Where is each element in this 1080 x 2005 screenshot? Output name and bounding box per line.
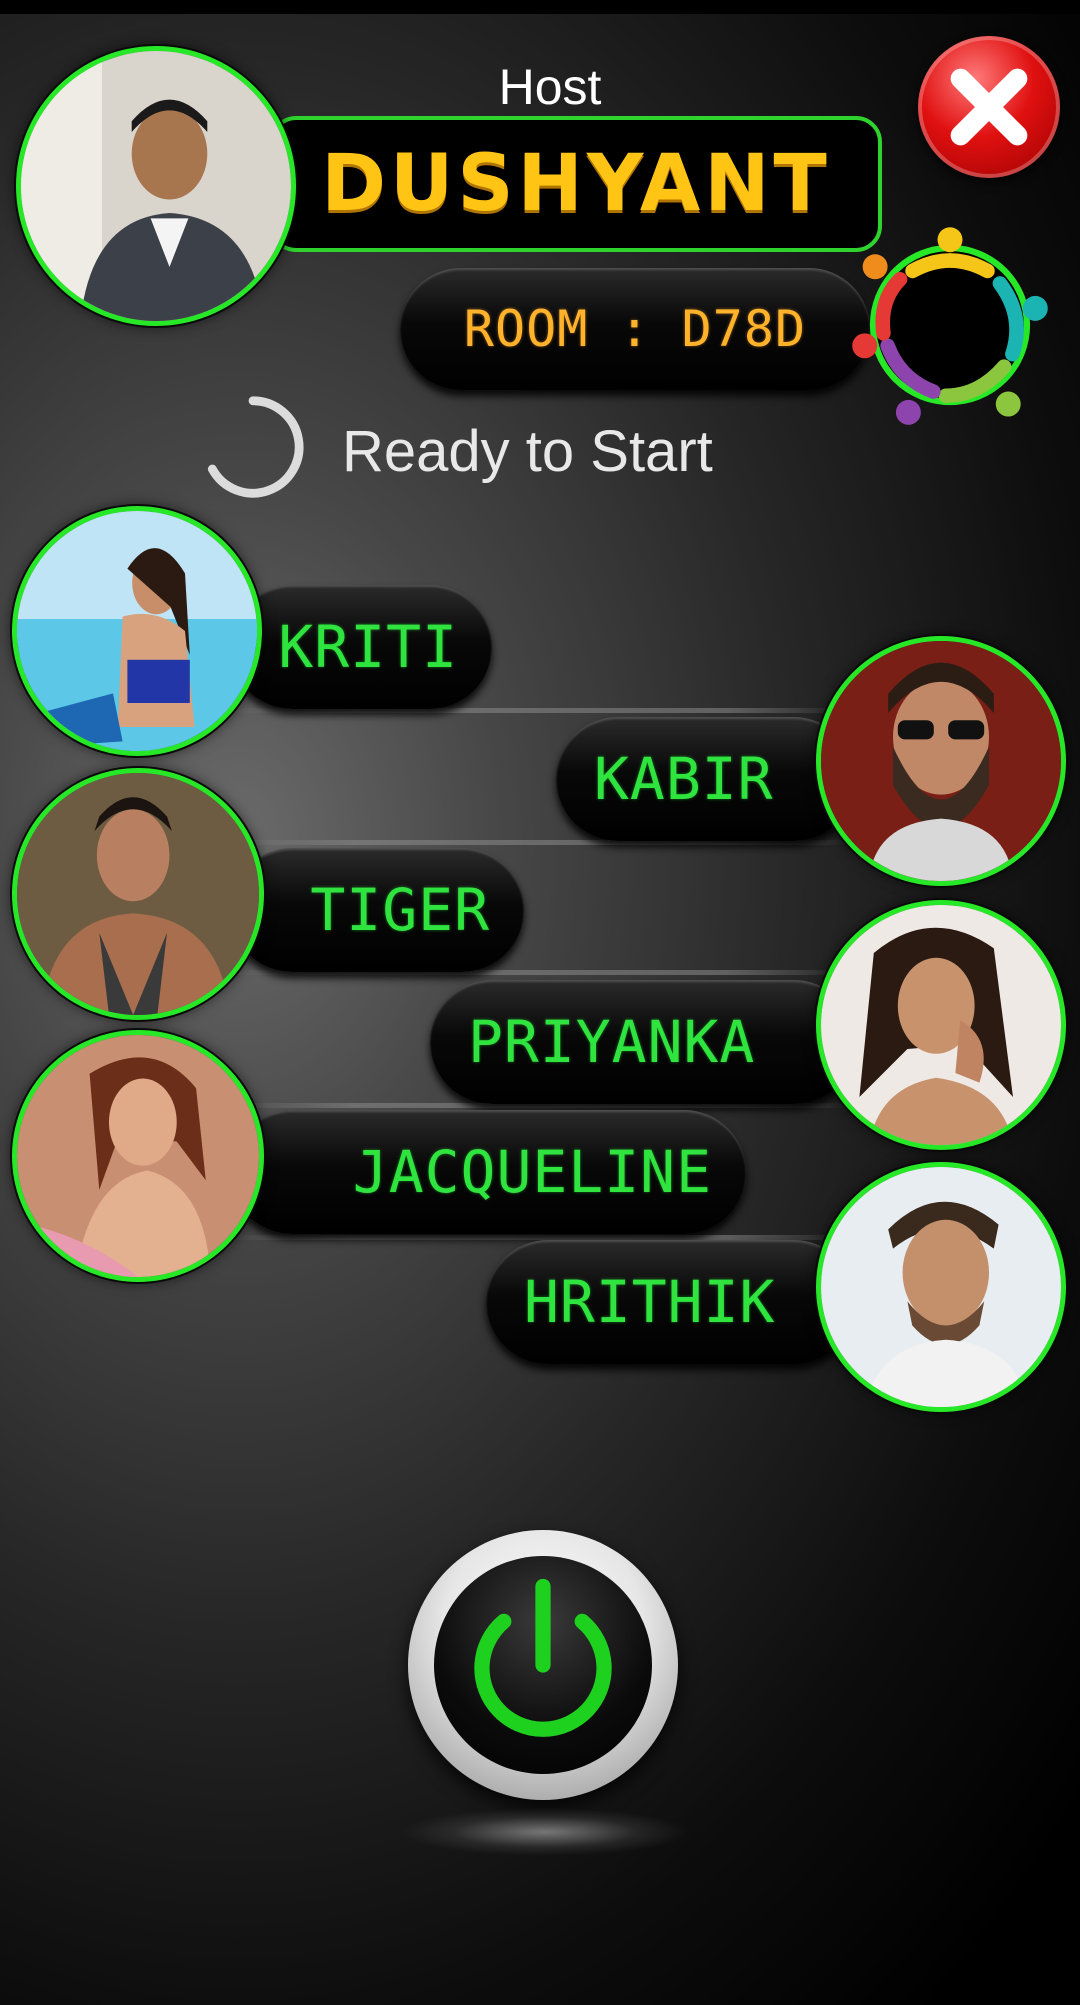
power-button[interactable] — [408, 1530, 678, 1800]
person-photo-icon — [21, 51, 291, 321]
player-pill: JACQUELINE — [230, 1110, 746, 1234]
host-name: DUSHYANT — [321, 139, 831, 229]
player-avatar — [816, 900, 1066, 1150]
close-icon — [950, 68, 1028, 146]
person-photo-icon — [821, 641, 1061, 881]
player-name: KRITI — [278, 613, 458, 681]
player-avatar — [816, 1162, 1066, 1412]
person-photo-icon — [17, 1035, 259, 1277]
group-icon — [846, 220, 1054, 430]
person-photo-icon — [17, 511, 257, 751]
person-photo-icon — [821, 1167, 1061, 1407]
player-pill: TIGER — [230, 848, 524, 972]
host-name-plate: DUSHYANT — [270, 116, 882, 252]
close-button[interactable] — [918, 36, 1060, 178]
player-name: TIGER — [310, 876, 490, 944]
power-icon — [474, 1578, 612, 1737]
power-button-reflection — [400, 1808, 690, 1856]
player-pill: KABIR — [556, 717, 856, 841]
status-bar — [0, 0, 1080, 14]
player-name: HRITHIK — [524, 1268, 776, 1336]
person-photo-icon — [821, 905, 1061, 1145]
host-label: Host — [498, 59, 602, 115]
player-name: PRIYANKA — [468, 1008, 756, 1076]
player-pill: HRITHIK — [486, 1240, 856, 1364]
player-name: KABIR — [594, 745, 774, 813]
player-avatar — [12, 768, 264, 1020]
player-avatar — [816, 636, 1066, 886]
player-pill: KRITI — [230, 585, 492, 709]
player-name: JACQUELINE — [352, 1138, 712, 1206]
room-code: ROOM : D78D — [463, 300, 807, 358]
status-text: Ready to Start — [342, 419, 713, 484]
room-code-pill: ROOM : D78D — [400, 268, 870, 390]
host-avatar — [16, 46, 296, 326]
loading-spinner-icon — [198, 392, 308, 502]
person-photo-icon — [17, 773, 259, 1015]
player-avatar — [12, 1030, 264, 1282]
player-pill: PRIYANKA — [430, 980, 856, 1104]
player-avatar — [12, 506, 262, 756]
